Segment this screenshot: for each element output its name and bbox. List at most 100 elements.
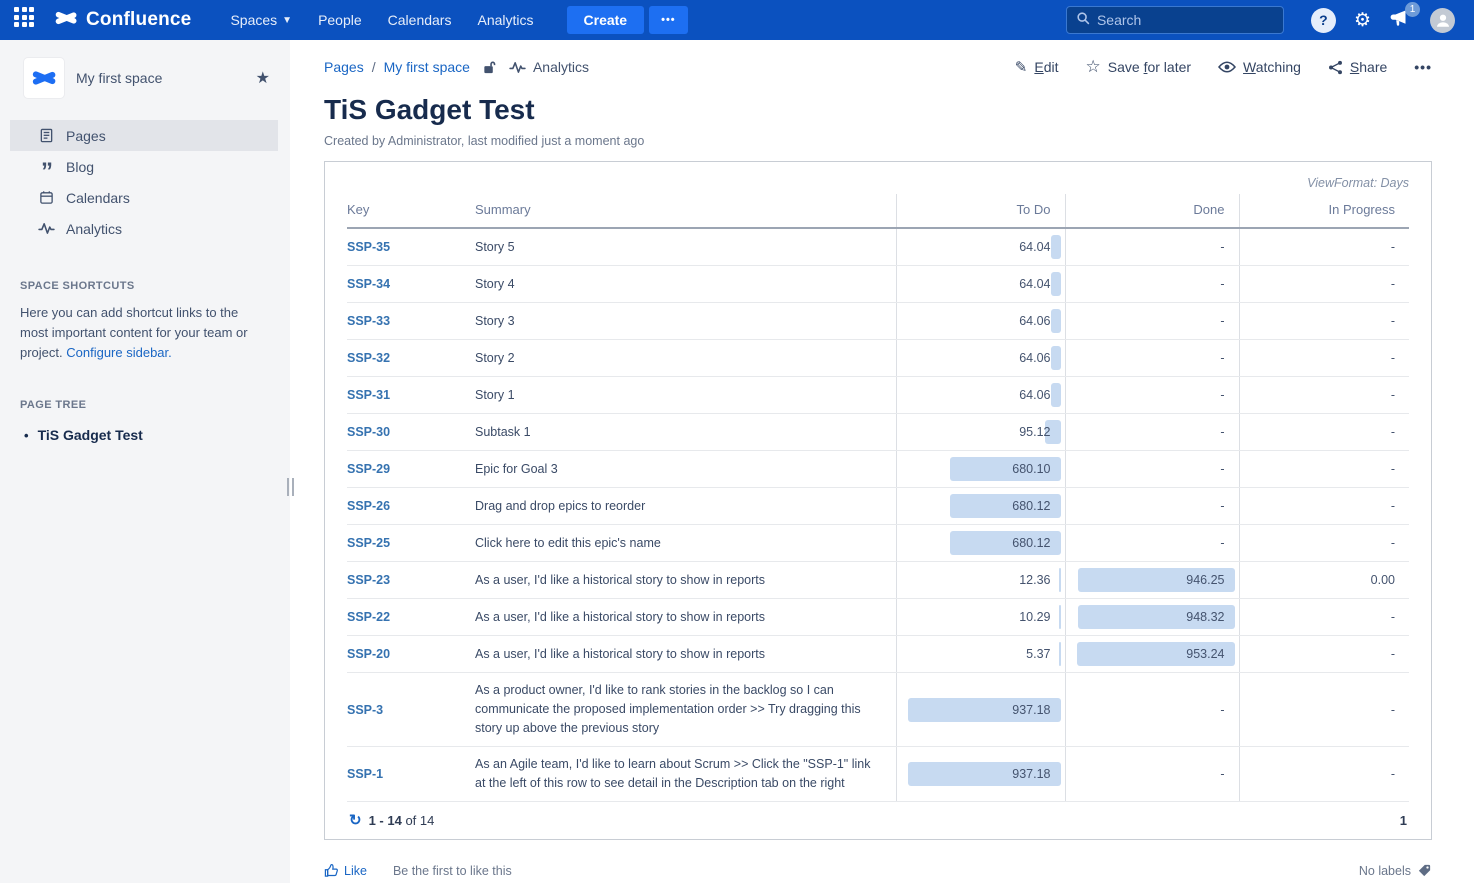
space-logo[interactable]: [24, 58, 64, 98]
nav-people[interactable]: People: [318, 12, 362, 28]
issue-key-link[interactable]: SSP-35: [347, 240, 390, 254]
table-row: SSP-23 As a user, I'd like a historical …: [347, 562, 1409, 599]
done-value: -: [1220, 767, 1224, 781]
inprogress-value: -: [1391, 610, 1395, 624]
breadcrumb-space-link[interactable]: My first space: [384, 59, 470, 75]
nav-more-button[interactable]: •••: [649, 6, 688, 34]
todo-value: 64.06: [1019, 314, 1050, 328]
pulse-icon: [509, 61, 526, 74]
nav-spaces[interactable]: Spaces ▼: [230, 12, 292, 28]
page-tree-heading: PAGE TREE: [0, 363, 290, 411]
done-value: -: [1220, 703, 1224, 717]
col-header-key[interactable]: Key: [347, 194, 475, 228]
done-value: -: [1220, 240, 1224, 254]
issue-key-link[interactable]: SSP-1: [347, 767, 383, 781]
todo-value: 5.37: [1026, 647, 1050, 661]
issue-key-link[interactable]: SSP-33: [347, 314, 390, 328]
sidebar-item-label: Blog: [66, 159, 94, 175]
issue-key-link[interactable]: SSP-20: [347, 647, 390, 661]
issue-key-link[interactable]: SSP-25: [347, 536, 390, 550]
user-avatar[interactable]: [1430, 8, 1455, 33]
nav-analytics[interactable]: Analytics: [477, 12, 533, 28]
tag-icon: [1417, 863, 1432, 878]
like-button[interactable]: Like: [324, 863, 367, 878]
share-button[interactable]: Share: [1328, 59, 1387, 75]
sidebar-item-analytics[interactable]: Analytics: [10, 213, 278, 244]
nav-calendars[interactable]: Calendars: [388, 12, 452, 28]
issue-key-link[interactable]: SSP-3: [347, 703, 383, 717]
watching-button[interactable]: Watching: [1218, 59, 1301, 75]
inprogress-value: -: [1391, 240, 1395, 254]
inprogress-value: -: [1391, 314, 1395, 328]
col-header-todo[interactable]: To Do: [896, 194, 1065, 228]
inprogress-value: -: [1391, 703, 1395, 717]
pagination-range: 1 - 14: [369, 813, 402, 828]
issue-key-link[interactable]: SSP-23: [347, 573, 390, 587]
todo-bar: [1051, 272, 1061, 296]
inprogress-value: 0.00: [1371, 573, 1395, 587]
table-header-row: Key Summary To Do Done In Progress: [347, 194, 1409, 228]
top-navigation-bar: Confluence Spaces ▼ People Calendars Ana…: [0, 0, 1474, 40]
confluence-home-link[interactable]: Confluence: [54, 6, 191, 35]
page-more-button[interactable]: •••: [1414, 59, 1432, 75]
analytics-button[interactable]: Analytics: [509, 59, 589, 75]
sidebar-nav: Pages ” Blog Calendars Analytics: [0, 120, 290, 244]
sidebar-item-blog[interactable]: ” Blog: [10, 151, 278, 182]
issue-key-link[interactable]: SSP-30: [347, 425, 390, 439]
issue-summary: Story 3: [475, 303, 896, 340]
table-row: SSP-29 Epic for Goal 3 680.10 - -: [347, 451, 1409, 488]
issue-summary: Story 1: [475, 377, 896, 414]
todo-bar: [1051, 346, 1061, 370]
current-page-number[interactable]: 1: [1400, 813, 1407, 828]
sidebar-item-pages[interactable]: Pages: [10, 120, 278, 151]
search-input[interactable]: [1097, 12, 1274, 28]
col-header-done[interactable]: Done: [1065, 194, 1239, 228]
todo-bar: [1059, 568, 1061, 592]
app-switcher-icon[interactable]: [14, 7, 40, 33]
issue-summary: Story 5: [475, 228, 896, 266]
star-outline-icon: ☆: [1086, 57, 1101, 77]
issue-key-link[interactable]: SSP-26: [347, 499, 390, 513]
col-header-summary[interactable]: Summary: [475, 194, 896, 228]
space-shortcuts-text: Here you can add shortcut links to the m…: [0, 292, 290, 363]
edit-button[interactable]: ✎ Edit: [1015, 58, 1059, 76]
breadcrumb-pages-link[interactable]: Pages: [324, 59, 364, 75]
confluence-logo-icon: [54, 6, 78, 35]
table-row: SSP-20 As a user, I'd like a historical …: [347, 636, 1409, 673]
issue-key-link[interactable]: SSP-32: [347, 351, 390, 365]
share-icon: [1328, 60, 1343, 75]
help-icon[interactable]: ?: [1311, 8, 1336, 33]
sidebar-item-calendars[interactable]: Calendars: [10, 182, 278, 213]
page-tree-item[interactable]: • TiS Gadget Test: [0, 411, 290, 443]
todo-bar: [1059, 642, 1061, 666]
issue-key-link[interactable]: SSP-34: [347, 277, 390, 291]
todo-value: 10.29: [1019, 610, 1050, 624]
configure-sidebar-link[interactable]: Configure sidebar.: [66, 345, 172, 360]
notifications-icon[interactable]: 1: [1390, 9, 1411, 32]
gear-icon[interactable]: ⚙: [1354, 11, 1371, 30]
pages-icon: [36, 128, 56, 143]
issue-summary: Click here to edit this epic's name: [475, 525, 896, 562]
issue-key-link[interactable]: SSP-22: [347, 610, 390, 624]
space-name[interactable]: My first space: [76, 70, 256, 86]
unlocked-icon[interactable]: [482, 59, 497, 75]
issue-key-link[interactable]: SSP-29: [347, 462, 390, 476]
sidebar-resize-grip[interactable]: [287, 478, 294, 496]
inprogress-value: -: [1391, 462, 1395, 476]
issue-summary: Story 2: [475, 340, 896, 377]
todo-value: 937.18: [1012, 703, 1050, 717]
favorite-star-icon[interactable]: ★: [256, 68, 270, 88]
issue-key-link[interactable]: SSP-31: [347, 388, 390, 402]
todo-bar: [1059, 605, 1061, 629]
col-header-inprogress[interactable]: In Progress: [1239, 194, 1409, 228]
issue-summary: Story 4: [475, 266, 896, 303]
table-row: SSP-30 Subtask 1 95.12 - -: [347, 414, 1409, 451]
save-for-later-button[interactable]: ☆ Save for later: [1086, 57, 1192, 77]
create-button[interactable]: Create: [567, 6, 645, 34]
viewformat-label: ViewFormat: Days: [347, 170, 1409, 194]
refresh-icon[interactable]: ↻: [349, 811, 362, 829]
todo-value: 64.04: [1019, 240, 1050, 254]
labels-section[interactable]: No labels: [1359, 863, 1432, 878]
todo-value: 64.06: [1019, 388, 1050, 402]
search-box[interactable]: [1066, 6, 1284, 34]
